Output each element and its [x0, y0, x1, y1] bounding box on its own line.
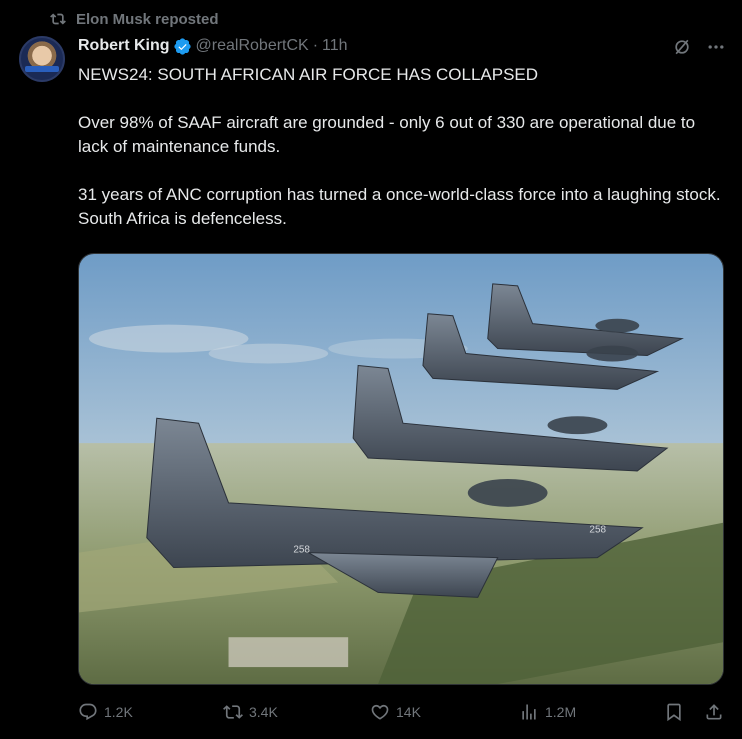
repost-icon: [50, 13, 66, 25]
repost-button[interactable]: 3.4K: [223, 702, 278, 722]
author-handle[interactable]: @realRobertCK: [196, 37, 309, 55]
repost-label: Elon Musk reposted: [76, 10, 219, 28]
analytics-icon: [522, 704, 536, 720]
heart-icon: [371, 704, 389, 720]
avatar[interactable]: [19, 36, 65, 82]
post-image[interactable]: 258 258: [78, 253, 724, 685]
post-paragraph: 31 years of ANC corruption has turned a …: [78, 185, 721, 228]
reply-icon: [79, 703, 97, 721]
grok-icon[interactable]: [672, 37, 692, 57]
post-header: Robert King @realRobertCK · 11h: [78, 34, 722, 58]
tail-number: 258: [293, 545, 310, 556]
bookmark-icon: [667, 703, 681, 722]
header-actions: [672, 37, 726, 57]
post-text: NEWS24: SOUTH AFRICAN AIR FORCE HAS COLL…: [78, 63, 728, 231]
share-button[interactable]: [704, 702, 730, 722]
repost-icon: [223, 705, 243, 719]
separator-dot: ·: [312, 37, 319, 54]
post-paragraph: Over 98% of SAAF aircraft are grounded -…: [78, 113, 696, 156]
post-time[interactable]: 11h: [322, 37, 348, 55]
reply-count: 1.2K: [104, 704, 133, 720]
bookmark-button[interactable]: [664, 702, 690, 722]
action-bar: 1.2K 3.4K 14K 1.2M: [78, 700, 728, 724]
views-button[interactable]: 1.2M: [519, 702, 576, 722]
views-count: 1.2M: [545, 704, 577, 720]
like-button[interactable]: 14K: [370, 702, 421, 722]
reply-button[interactable]: 1.2K: [78, 702, 133, 722]
more-options-icon[interactable]: [706, 37, 726, 57]
repost-indicator[interactable]: Elon Musk reposted: [50, 9, 219, 29]
tail-number: 258: [589, 525, 606, 536]
post-headline: NEWS24: SOUTH AFRICAN AIR FORCE HAS COLL…: [78, 65, 539, 84]
author-name[interactable]: Robert King: [78, 37, 170, 55]
like-count: 14K: [396, 704, 421, 720]
repost-count: 3.4K: [249, 704, 278, 720]
aircraft-formation-photo: 258 258: [79, 254, 723, 684]
verified-badge-icon[interactable]: [173, 37, 192, 56]
share-icon: [706, 704, 722, 720]
